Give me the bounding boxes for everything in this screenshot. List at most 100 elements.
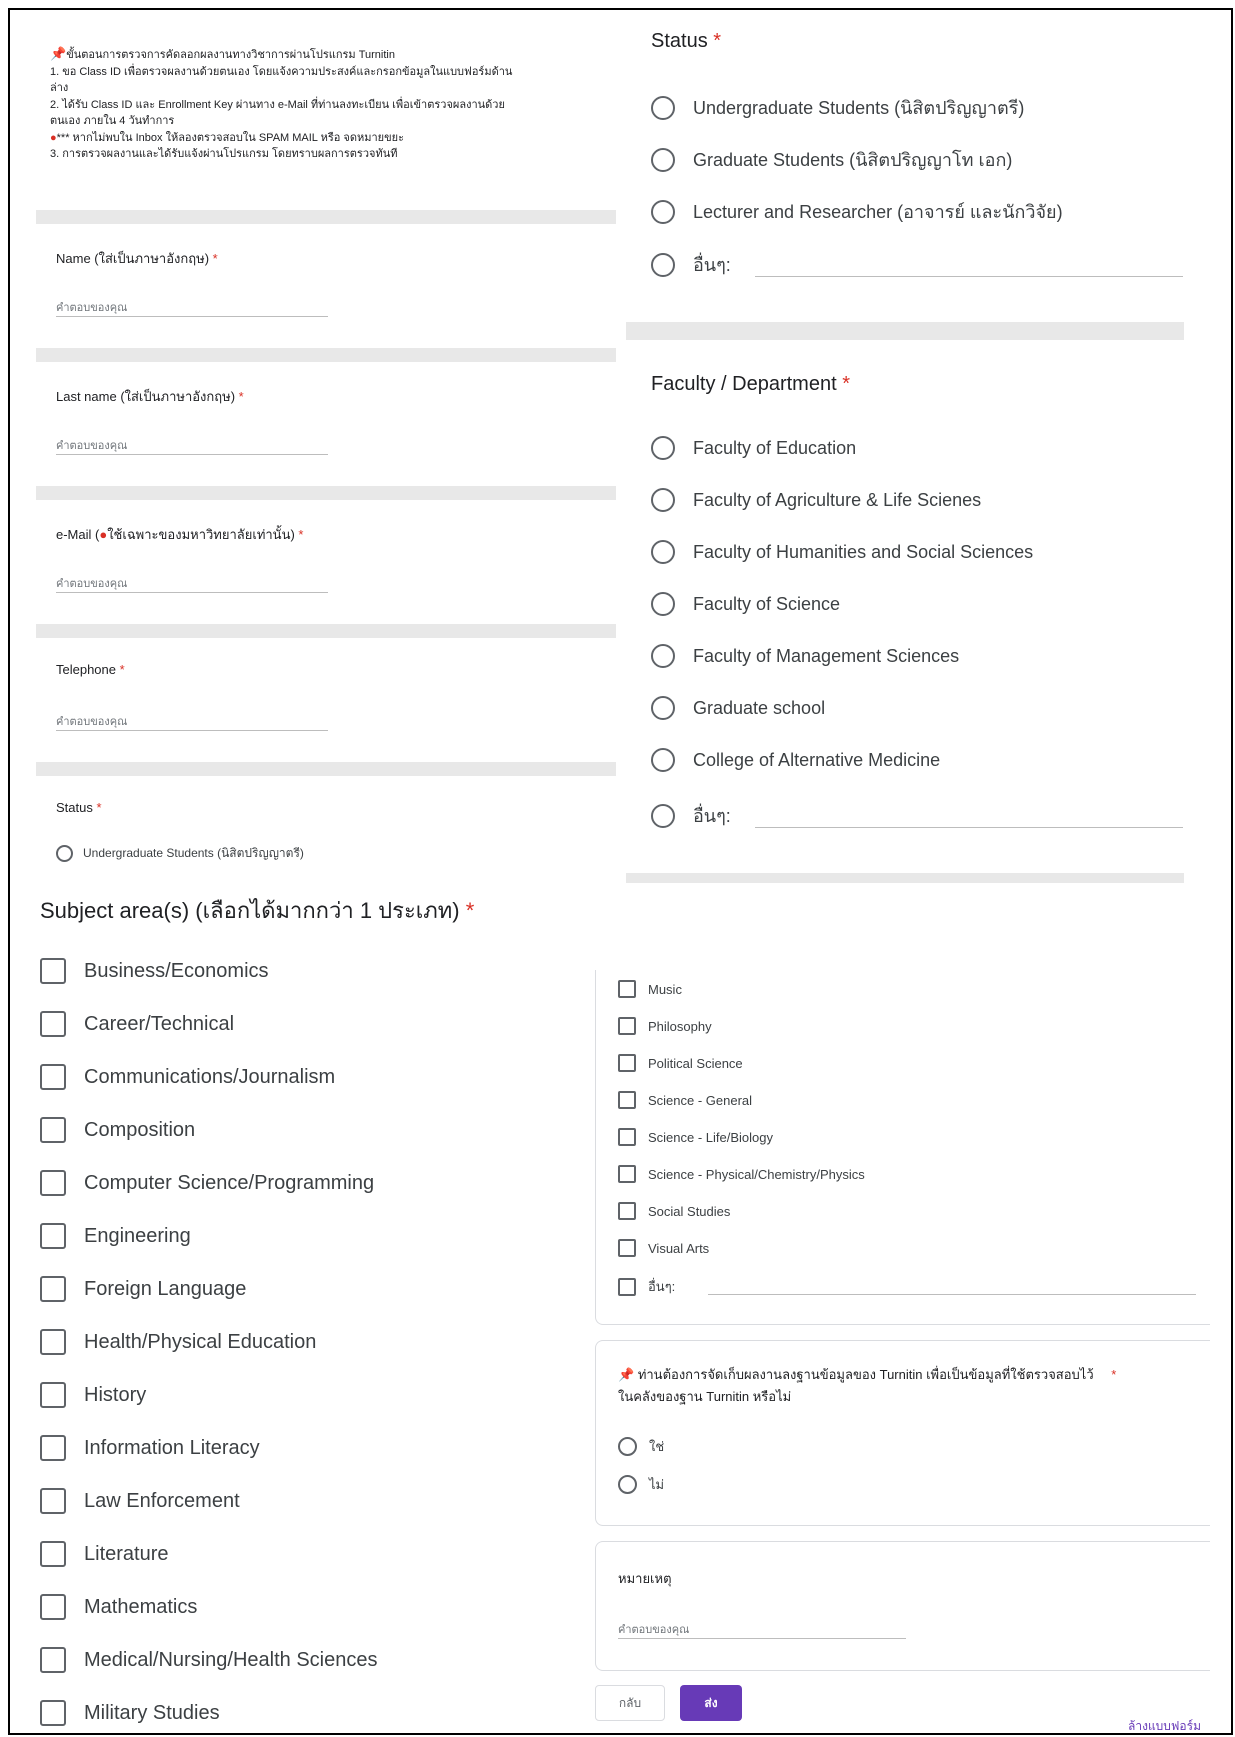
subject-other[interactable]: อื่นๆ: bbox=[618, 1276, 675, 1297]
faculty-option-other[interactable]: อื่นๆ: bbox=[651, 801, 731, 830]
subject-other-input[interactable] bbox=[708, 1294, 1196, 1295]
clear-form-link[interactable]: ล้างแบบฟอร์ม bbox=[1128, 1720, 1201, 1732]
faculty-option-graduate-school[interactable]: Graduate school bbox=[651, 696, 825, 720]
faculty-option-agriculture[interactable]: Faculty of Agriculture & Life Scienes bbox=[651, 488, 981, 512]
section-divider bbox=[36, 486, 616, 500]
pushpin-icon: 📌 bbox=[50, 46, 67, 61]
checkbox-icon bbox=[40, 1276, 66, 1302]
name-input-underline bbox=[56, 316, 328, 317]
send-button[interactable]: ส่ง bbox=[680, 1685, 742, 1721]
lastname-question: Last name (ใส่เป็นภาษาอังกฤษ) * bbox=[56, 389, 244, 404]
subject-history[interactable]: History bbox=[40, 1382, 146, 1408]
subject-military[interactable]: Military Studies bbox=[40, 1700, 220, 1726]
subject-communications[interactable]: Communications/Journalism bbox=[40, 1064, 335, 1090]
status-option-other[interactable]: อื่นๆ: bbox=[651, 250, 731, 279]
back-button[interactable]: กลับ bbox=[595, 1685, 665, 1721]
subject-composition[interactable]: Composition bbox=[40, 1117, 195, 1143]
checkbox-icon bbox=[40, 1064, 66, 1090]
radio-icon bbox=[618, 1475, 637, 1494]
subject-science-physical[interactable]: Science - Physical/Chemistry/Physics bbox=[618, 1165, 865, 1183]
radio-icon bbox=[651, 147, 675, 172]
faculty-title: Faculty / Department * bbox=[651, 373, 850, 395]
faculty-option-science[interactable]: Faculty of Science bbox=[651, 592, 840, 616]
subject-business[interactable]: Business/Economics bbox=[40, 958, 269, 984]
email-input-underline bbox=[56, 592, 328, 593]
radio-icon bbox=[651, 696, 675, 720]
telephone-input-underline bbox=[56, 730, 328, 731]
subject-law-enforcement[interactable]: Law Enforcement bbox=[40, 1488, 240, 1514]
status-option-small[interactable]: Undergraduate Students (นิสิตปริญญาตรี) bbox=[56, 844, 304, 863]
status-other-input[interactable] bbox=[755, 276, 1183, 277]
subject-music[interactable]: Music bbox=[618, 980, 682, 998]
name-input[interactable]: คำตอบของคุณ bbox=[56, 298, 127, 316]
subject-foreign-language[interactable]: Foreign Language bbox=[40, 1276, 246, 1302]
radio-icon bbox=[651, 488, 675, 512]
status-title: Status * bbox=[651, 30, 722, 52]
database-option-no[interactable]: ไม่ bbox=[618, 1474, 664, 1495]
database-question: 📌 ท่านต้องการจัดเก็บผลงานลงฐานข้อมูลของ … bbox=[618, 1367, 1117, 1404]
subject-social-studies[interactable]: Social Studies bbox=[618, 1202, 730, 1220]
checkbox-icon bbox=[40, 1435, 66, 1461]
subject-political-science[interactable]: Political Science bbox=[618, 1054, 743, 1072]
radio-icon bbox=[651, 592, 675, 616]
radio-icon bbox=[651, 95, 675, 120]
checkbox-icon bbox=[618, 1017, 636, 1035]
checkbox-icon bbox=[40, 1700, 66, 1726]
note-input-underline bbox=[618, 1638, 906, 1639]
subject-visual-arts[interactable]: Visual Arts bbox=[618, 1239, 709, 1257]
checkbox-icon bbox=[618, 980, 636, 998]
checkbox-icon bbox=[40, 1117, 66, 1143]
intro-text: 📌ขั้นตอนการตรวจการคัดลอกผลงานทางวิชาการผ… bbox=[50, 46, 513, 160]
subject-information-literacy[interactable]: Information Literacy bbox=[40, 1435, 260, 1461]
radio-icon bbox=[651, 199, 675, 224]
subject-health[interactable]: Health/Physical Education bbox=[40, 1329, 316, 1355]
subject-science-life[interactable]: Science - Life/Biology bbox=[618, 1128, 773, 1146]
subject-philosophy[interactable]: Philosophy bbox=[618, 1017, 712, 1035]
radio-icon bbox=[651, 748, 675, 772]
faculty-option-management[interactable]: Faculty of Management Sciences bbox=[651, 644, 959, 668]
radio-icon bbox=[651, 540, 675, 564]
faculty-option-humanities[interactable]: Faculty of Humanities and Social Science… bbox=[651, 540, 1033, 564]
checkbox-icon bbox=[618, 1165, 636, 1183]
telephone-question: Telephone * bbox=[56, 662, 125, 677]
faculty-option-alternative-medicine[interactable]: College of Alternative Medicine bbox=[651, 748, 940, 772]
checkbox-icon bbox=[618, 1091, 636, 1109]
subject-career[interactable]: Career/Technical bbox=[40, 1011, 234, 1037]
checkbox-icon bbox=[618, 1202, 636, 1220]
section-divider bbox=[36, 762, 616, 776]
lastname-input[interactable]: คำตอบของคุณ bbox=[56, 436, 127, 454]
checkbox-icon bbox=[40, 958, 66, 984]
subject-science-general[interactable]: Science - General bbox=[618, 1091, 752, 1109]
lastname-input-underline bbox=[56, 454, 328, 455]
checkbox-icon bbox=[40, 1329, 66, 1355]
database-option-yes[interactable]: ใช่ bbox=[618, 1436, 664, 1457]
subject-medical[interactable]: Medical/Nursing/Health Sciences bbox=[40, 1647, 377, 1673]
status-option-undergraduate[interactable]: Undergraduate Students (นิสิตปริญญาตรี) bbox=[651, 93, 1024, 122]
email-question: e-Mail (●ใช้เฉพาะของมหาวิทยาลัยเท่านั้น)… bbox=[56, 527, 304, 542]
note-input[interactable]: คำตอบของคุณ bbox=[618, 1620, 689, 1638]
subject-mathematics[interactable]: Mathematics bbox=[40, 1594, 197, 1620]
note-card bbox=[595, 1541, 1210, 1671]
radio-icon bbox=[56, 845, 73, 862]
checkbox-icon bbox=[40, 1382, 66, 1408]
subject-computer-science[interactable]: Computer Science/Programming bbox=[40, 1170, 374, 1196]
email-input[interactable]: คำตอบของคุณ bbox=[56, 574, 127, 592]
radio-icon bbox=[651, 252, 675, 277]
radio-icon bbox=[651, 644, 675, 668]
telephone-input[interactable]: คำตอบของคุณ bbox=[56, 712, 127, 730]
subject-literature[interactable]: Literature bbox=[40, 1541, 169, 1567]
status-option-graduate[interactable]: Graduate Students (นิสิตปริญญาโท เอก) bbox=[651, 145, 1012, 174]
checkbox-icon bbox=[40, 1541, 66, 1567]
faculty-option-education[interactable]: Faculty of Education bbox=[651, 436, 856, 460]
faculty-other-input[interactable] bbox=[755, 827, 1183, 828]
checkbox-icon bbox=[618, 1054, 636, 1072]
checkbox-icon bbox=[40, 1170, 66, 1196]
checkbox-icon bbox=[40, 1488, 66, 1514]
subject-engineering[interactable]: Engineering bbox=[40, 1223, 191, 1249]
section-divider bbox=[626, 322, 1184, 340]
status-option-lecturer[interactable]: Lecturer and Researcher (อาจารย์ และนักว… bbox=[651, 197, 1063, 226]
checkbox-icon bbox=[618, 1128, 636, 1146]
section-divider bbox=[36, 624, 616, 638]
pin-marker-icon: ● bbox=[50, 131, 57, 144]
checkbox-icon bbox=[618, 1239, 636, 1257]
